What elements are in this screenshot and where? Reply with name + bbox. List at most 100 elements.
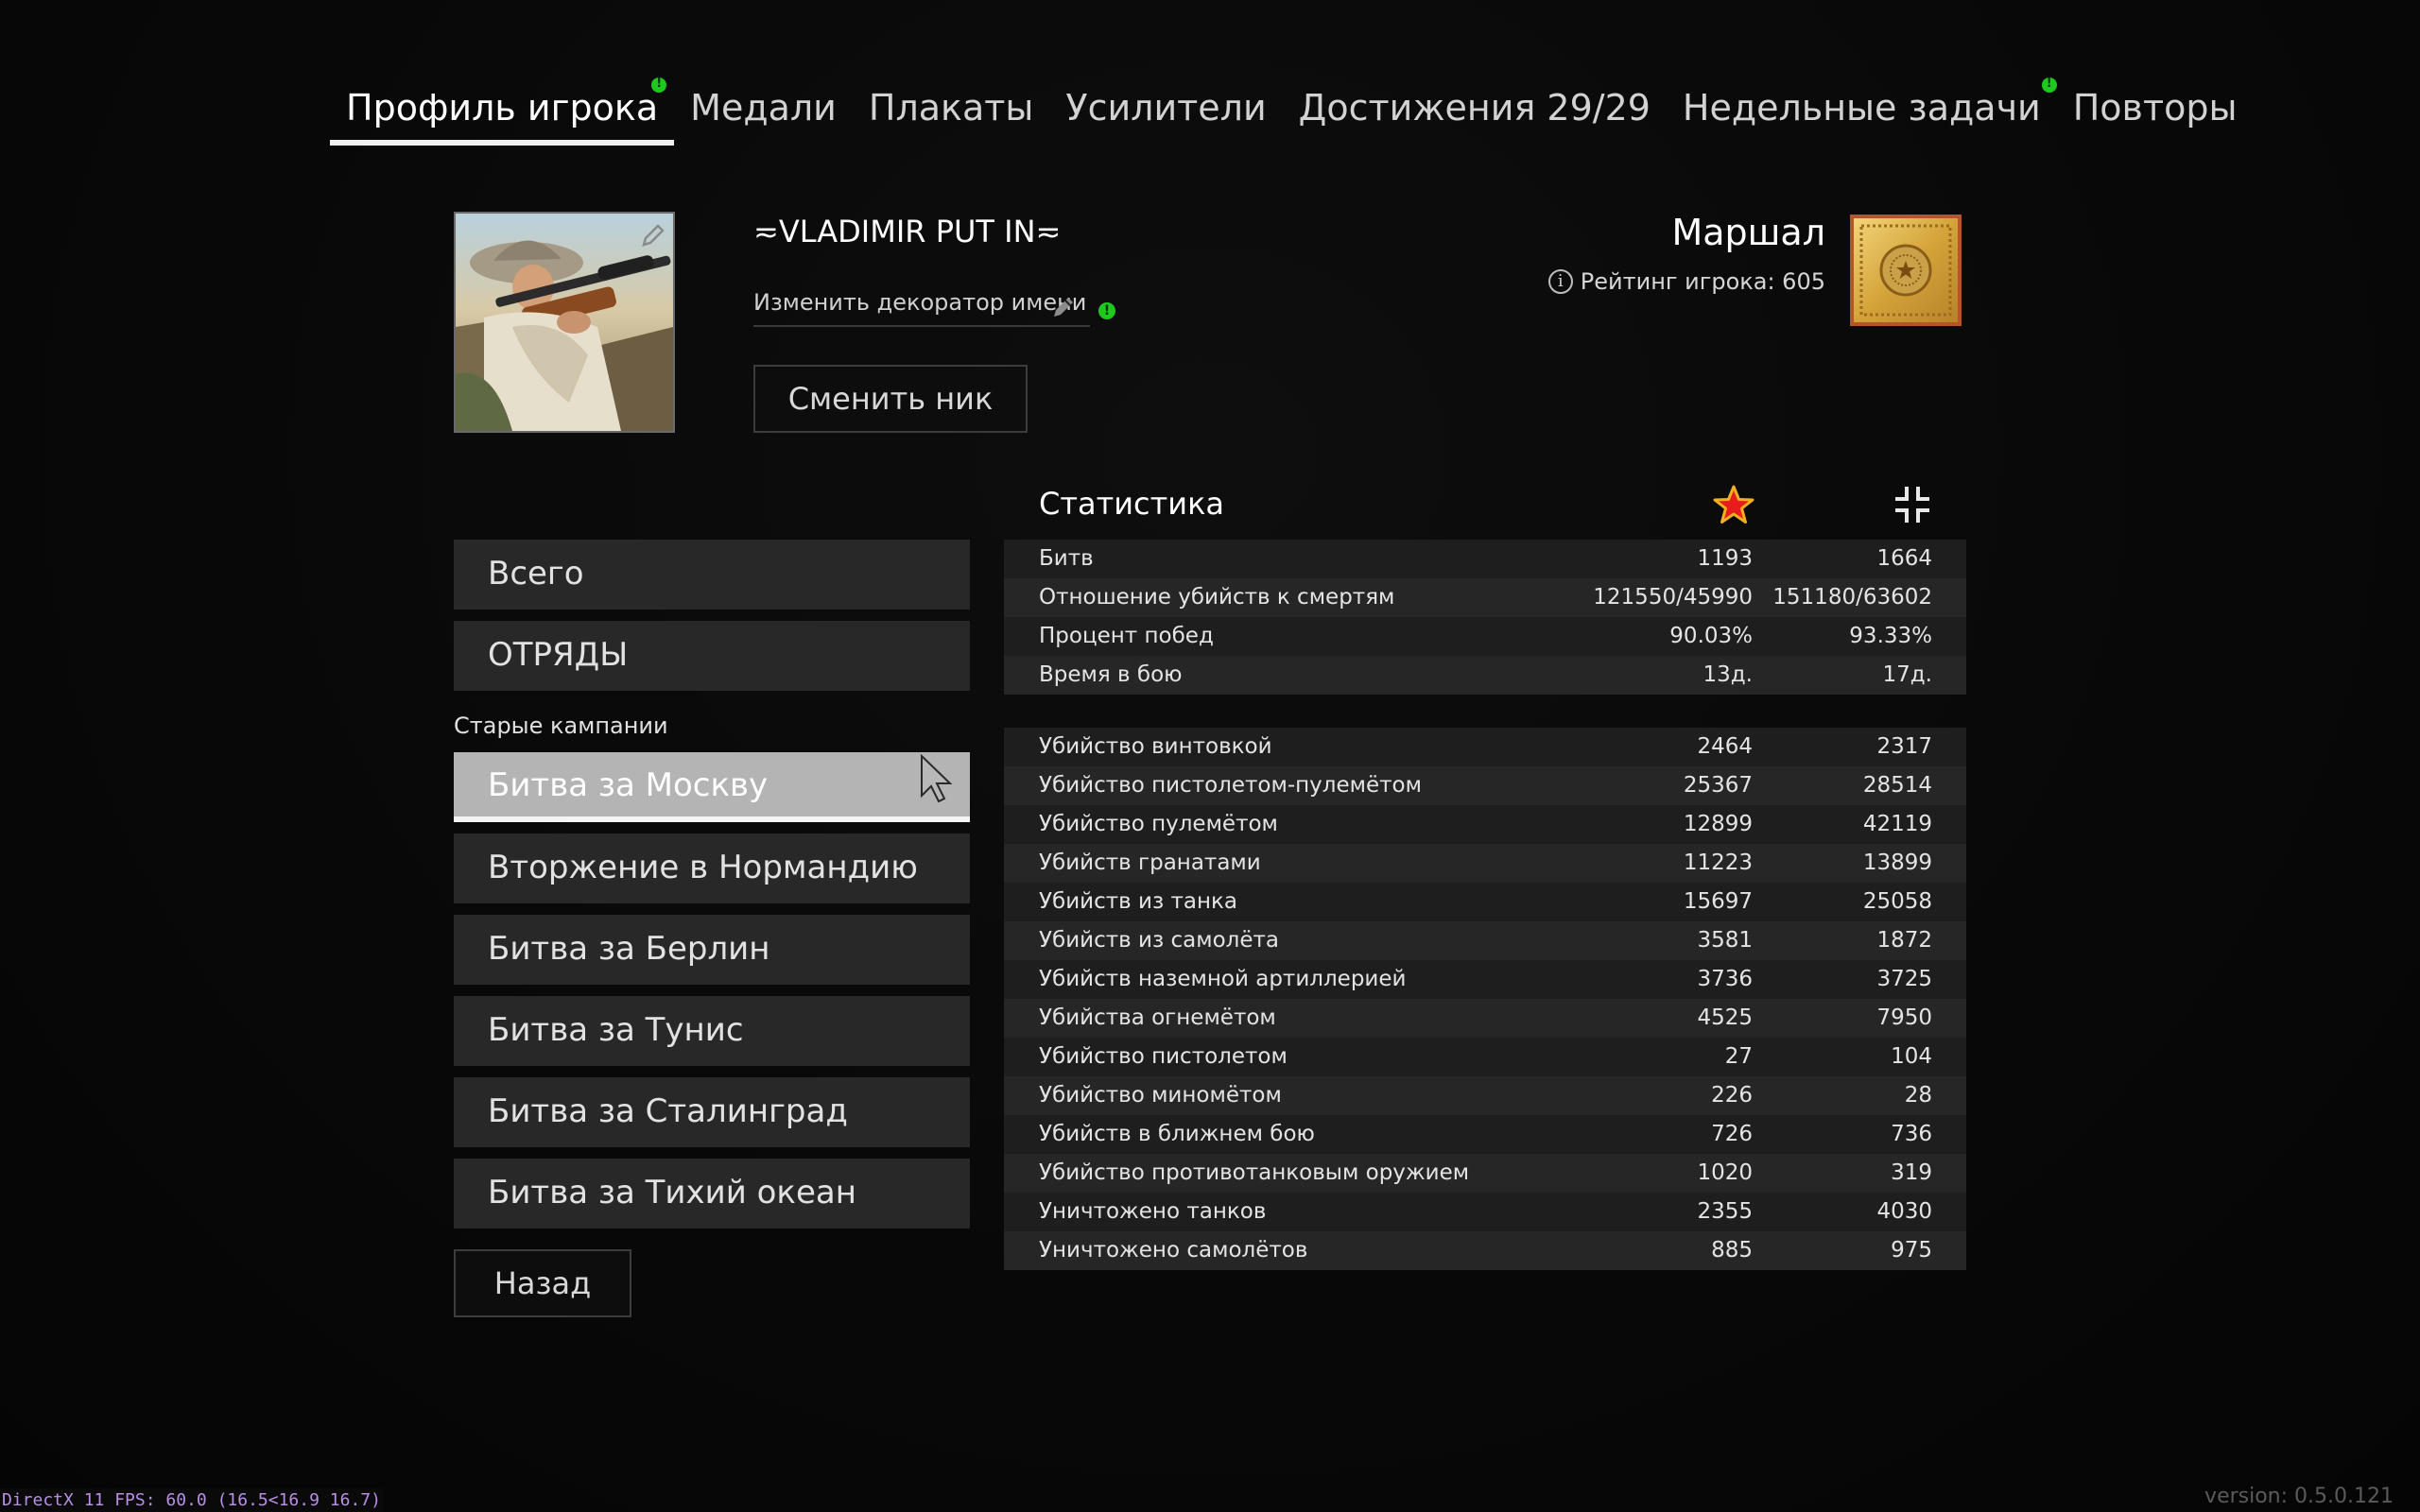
stat-value-mode2: 13899 bbox=[1862, 850, 1932, 875]
campaign-item-stalingrad[interactable]: Битва за Сталинград bbox=[454, 1077, 970, 1147]
stat-value-mode1: 121550/45990 bbox=[1593, 585, 1753, 610]
stat-value-mode1: 2355 bbox=[1697, 1199, 1753, 1224]
stat-value-mode2: 93.33% bbox=[1849, 624, 1932, 648]
stat-label: Битв bbox=[1039, 546, 1094, 571]
stat-value-mode2: 151180/63602 bbox=[1772, 585, 1932, 610]
stat-value-mode1: 885 bbox=[1711, 1238, 1753, 1263]
table-row: Уничтожено самолётов 885 975 bbox=[1004, 1231, 1966, 1270]
tab-weekly-tasks[interactable]: Недельные задачи bbox=[1667, 74, 2057, 146]
table-row: Убийство противотанковым оружием 1020 319 bbox=[1004, 1154, 1966, 1193]
tab-medals[interactable]: Медали bbox=[674, 74, 853, 146]
stat-value-mode1: 27 bbox=[1724, 1044, 1753, 1069]
menu-item-total[interactable]: Всего bbox=[454, 540, 970, 610]
table-row: Уничтожено танков 2355 4030 bbox=[1004, 1193, 1966, 1231]
table-row: Убийство винтовкой 2464 2317 bbox=[1004, 728, 1966, 766]
stat-label: Убийств из танка bbox=[1039, 889, 1238, 914]
stat-label: Убийств гранатами bbox=[1039, 850, 1261, 875]
stat-label: Убийство винтовкой bbox=[1039, 734, 1272, 759]
stats-kills-table: Убийство винтовкой 2464 2317 Убийство пист… bbox=[1004, 728, 1966, 1270]
stat-value-mode2: 1664 bbox=[1876, 546, 1932, 571]
stat-value-mode2: 319 bbox=[1891, 1160, 1932, 1185]
pencil-edit-icon[interactable] bbox=[639, 221, 667, 249]
stat-label: Убийство миномётом bbox=[1039, 1083, 1282, 1108]
tab-label: Профиль игрока bbox=[346, 87, 659, 129]
info-icon[interactable]: i bbox=[1547, 269, 1573, 294]
collapse-arrows-icon[interactable] bbox=[1893, 484, 1931, 525]
old-campaigns-label: Старые кампании bbox=[454, 713, 668, 739]
campaign-item-moscow[interactable]: Битва за Москву bbox=[454, 752, 970, 822]
stat-value-mode1: 90.03% bbox=[1669, 624, 1753, 648]
tab-replays[interactable]: Повторы bbox=[2057, 74, 2254, 146]
avatar[interactable] bbox=[454, 212, 675, 433]
stat-value-mode1: 1193 bbox=[1697, 546, 1753, 571]
stat-value-mode1: 226 bbox=[1711, 1083, 1753, 1108]
stat-label: Уничтожено танков bbox=[1039, 1199, 1267, 1224]
stat-value-mode2: 7950 bbox=[1876, 1005, 1932, 1030]
campaign-item-berlin[interactable]: Битва за Берлин bbox=[454, 915, 970, 985]
tab-label: Усилители bbox=[1065, 87, 1267, 129]
pencil-edit-icon[interactable] bbox=[1049, 293, 1078, 321]
stat-value-mode2: 975 bbox=[1891, 1238, 1932, 1263]
stat-value-mode1: 12899 bbox=[1683, 812, 1753, 836]
change-name-decorator-link[interactable]: Изменить декоратор имени bbox=[753, 289, 1090, 327]
stat-value-mode2: 42119 bbox=[1862, 812, 1932, 836]
menu-item-squads[interactable]: ОТРЯДЫ bbox=[454, 621, 970, 691]
stat-value-mode1: 4525 bbox=[1697, 1005, 1753, 1030]
tab-achievements[interactable]: Достижения 29/29 bbox=[1283, 74, 1667, 146]
stat-value-mode2: 4030 bbox=[1876, 1199, 1932, 1224]
stat-value-mode1: 726 bbox=[1711, 1122, 1753, 1146]
table-row: Убийство пулемётом 12899 42119 bbox=[1004, 805, 1966, 844]
stats-summary-table: Битв 1193 1664 Отношение убийств к смертям… bbox=[1004, 540, 1966, 695]
stat-value-mode2: 736 bbox=[1891, 1122, 1932, 1146]
campaign-item-normandy[interactable]: Вторжение в Нормандию bbox=[454, 833, 970, 903]
notification-dot-icon bbox=[2041, 75, 2057, 94]
table-row: Битв 1193 1664 bbox=[1004, 540, 1966, 578]
stat-label: Убийство пистолетом bbox=[1039, 1044, 1288, 1069]
tab-label: Медали bbox=[690, 87, 837, 129]
stat-label: Убийств из самолёта bbox=[1039, 928, 1279, 953]
stat-value-mode1: 3736 bbox=[1697, 967, 1753, 991]
stat-value-mode2: 104 bbox=[1891, 1044, 1932, 1069]
tab-label: Достижения 29/29 bbox=[1298, 87, 1651, 129]
table-row: Убийств из самолёта 3581 1872 bbox=[1004, 921, 1966, 960]
stat-label: Отношение убийств к смертям bbox=[1039, 585, 1395, 610]
table-row: Убийств из танка 15697 25058 bbox=[1004, 883, 1966, 921]
table-row: Убийства огнемётом 4525 7950 bbox=[1004, 999, 1966, 1038]
table-row: Убийство пистолетом-пулемётом 25367 28514 bbox=[1004, 766, 1966, 805]
stat-label: Убийство пистолетом-пулемётом bbox=[1039, 773, 1422, 798]
tab-player-profile[interactable]: Профиль игрока bbox=[330, 74, 675, 146]
gold-star-rank-icon bbox=[1850, 215, 1962, 326]
tab-boosters[interactable]: Усилители bbox=[1049, 74, 1282, 146]
stat-value-mode2: 25058 bbox=[1862, 889, 1932, 914]
campaign-item-pacific[interactable]: Битва за Тихий океан bbox=[454, 1159, 970, 1228]
rank-name: Маршал bbox=[1671, 212, 1825, 253]
campaign-item-tunisia[interactable]: Битва за Тунис bbox=[454, 996, 970, 1066]
stat-value-mode1: 25367 bbox=[1683, 773, 1753, 798]
top-tabs: Профиль игрока Медали Плакаты Усилители … bbox=[330, 74, 2253, 146]
notification-dot-icon bbox=[651, 75, 667, 94]
version-label: version: 0.5.0.121 bbox=[2204, 1485, 2394, 1508]
stat-value-mode1: 11223 bbox=[1683, 850, 1753, 875]
stat-value-mode2: 28 bbox=[1904, 1083, 1932, 1108]
notification-dot-icon bbox=[1098, 301, 1115, 321]
stat-value-mode1: 1020 bbox=[1697, 1160, 1753, 1185]
red-star-icon[interactable] bbox=[1713, 484, 1754, 525]
stat-label: Время в бою bbox=[1039, 662, 1183, 687]
back-button[interactable]: Назад bbox=[454, 1249, 631, 1317]
tab-label: Повторы bbox=[2072, 87, 2238, 129]
stat-value-mode2: 17д. bbox=[1882, 662, 1932, 687]
tab-posters[interactable]: Плакаты bbox=[853, 74, 1050, 146]
stat-value-mode1: 13д. bbox=[1703, 662, 1753, 687]
stat-label: Убийств в ближнем бою bbox=[1039, 1122, 1315, 1146]
stat-value-mode2: 1872 bbox=[1876, 928, 1932, 953]
mouse-cursor-icon bbox=[921, 754, 953, 803]
stat-value-mode1: 15697 bbox=[1683, 889, 1753, 914]
player-nickname: ≂VLADIMIR PUT IN≂ bbox=[753, 214, 1062, 249]
stat-value-mode2: 2317 bbox=[1876, 734, 1932, 759]
table-row: Убийство пистолетом 27 104 bbox=[1004, 1038, 1966, 1076]
tab-label: Недельные задачи bbox=[1682, 87, 2041, 129]
change-nick-button[interactable]: Сменить ник bbox=[753, 365, 1028, 433]
table-row: Убийств гранатами 11223 13899 bbox=[1004, 844, 1966, 883]
stat-label: Уничтожено самолётов bbox=[1039, 1238, 1308, 1263]
table-row: Процент побед 90.03% 93.33% bbox=[1004, 617, 1966, 656]
